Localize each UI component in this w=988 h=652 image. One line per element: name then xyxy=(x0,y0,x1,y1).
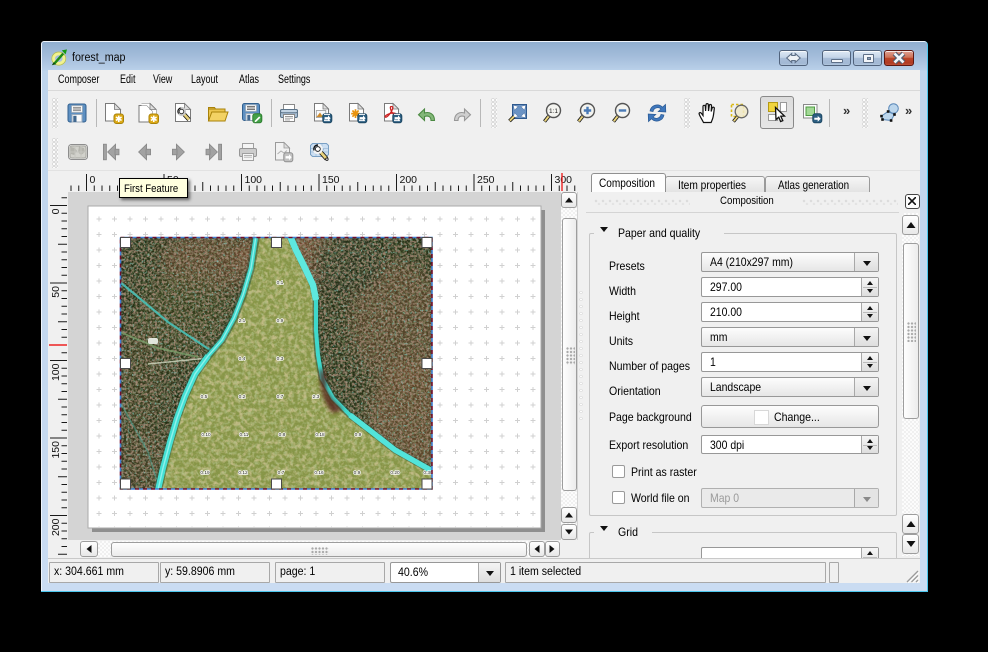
svg-text:0.9: 0.9 xyxy=(277,318,284,324)
svg-text:250: 250 xyxy=(477,174,495,186)
svg-text:0: 0 xyxy=(90,174,96,186)
svg-text:2.3: 2.3 xyxy=(313,394,320,400)
svg-text:0.9: 0.9 xyxy=(354,470,361,476)
svg-text:0.11: 0.11 xyxy=(240,432,249,438)
svg-text:0.8: 0.8 xyxy=(279,432,286,438)
svg-text:200: 200 xyxy=(50,518,62,536)
svg-text:0.1: 0.1 xyxy=(277,280,284,286)
svg-text:50: 50 xyxy=(50,286,62,298)
svg-text:0.2: 0.2 xyxy=(239,394,246,400)
svg-text:0.20: 0.20 xyxy=(390,470,400,476)
svg-text:1:1: 1:1 xyxy=(549,108,558,115)
svg-text:150: 150 xyxy=(50,441,62,459)
svg-text:0: 0 xyxy=(50,208,62,214)
svg-text:0.10: 0.10 xyxy=(201,432,211,438)
svg-text:300: 300 xyxy=(555,174,573,186)
svg-text:200: 200 xyxy=(400,174,418,186)
svg-text:150: 150 xyxy=(322,174,340,186)
svg-text:0.7: 0.7 xyxy=(277,394,284,400)
svg-text:0.16: 0.16 xyxy=(314,470,324,476)
svg-text:2.1: 2.1 xyxy=(239,318,246,324)
svg-text:0.7: 0.7 xyxy=(278,470,285,476)
svg-text:0.19: 0.19 xyxy=(200,470,210,476)
svg-text:0.12: 0.12 xyxy=(238,470,248,476)
svg-text:0.4: 0.4 xyxy=(239,356,246,362)
svg-text:100: 100 xyxy=(245,174,263,186)
svg-text:0.9: 0.9 xyxy=(355,432,362,438)
svg-text:0.3: 0.3 xyxy=(277,356,284,362)
svg-text:100: 100 xyxy=(50,363,62,381)
svg-text:0.18: 0.18 xyxy=(315,432,325,438)
svg-text:0.5: 0.5 xyxy=(201,394,208,400)
